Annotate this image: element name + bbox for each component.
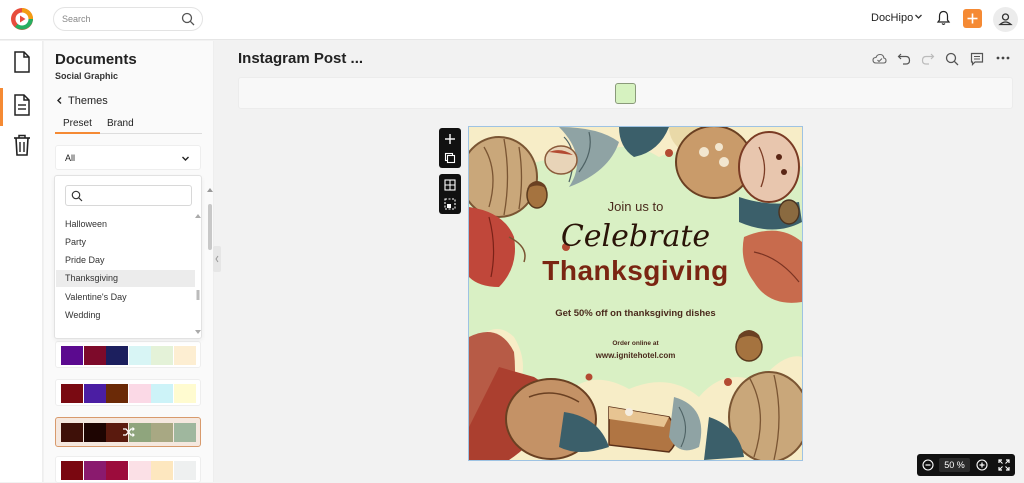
tab-brand[interactable]: Brand (107, 118, 134, 129)
add-page-icon[interactable] (444, 133, 456, 145)
shuffle-icon[interactable] (122, 426, 135, 438)
search-icon[interactable] (181, 12, 195, 26)
chevron-down-icon (182, 156, 189, 161)
search-icon[interactable] (945, 52, 959, 66)
account-menu-label[interactable]: DocHipo (871, 12, 913, 24)
search-icon (71, 190, 83, 202)
instagram-post-canvas[interactable]: Join us to Celebrate Thanksgiving Get 50… (468, 126, 803, 461)
trash-icon[interactable] (11, 133, 33, 157)
post-text-join[interactable]: Join us to (469, 199, 802, 214)
post-text-offer[interactable]: Get 50% off on thanksgiving dishes (469, 308, 802, 319)
collapse-panel-handle[interactable] (213, 246, 221, 272)
undo-icon[interactable] (897, 52, 911, 66)
dropdown-item-thanksgiving[interactable]: Thanksgiving (56, 270, 195, 287)
back-to-themes-button[interactable]: Themes (55, 95, 108, 107)
zoom-out-icon[interactable] (922, 459, 934, 471)
post-text-thanksgiving[interactable]: Thanksgiving (469, 255, 802, 287)
redo-icon[interactable] (921, 52, 935, 66)
post-text-website[interactable]: www.ignitehotel.com (469, 351, 802, 360)
background-color-swatch[interactable] (615, 83, 636, 104)
bell-icon[interactable] (936, 10, 951, 26)
documents-icon[interactable] (11, 50, 33, 74)
user-avatar[interactable] (993, 7, 1018, 32)
comment-icon[interactable] (970, 52, 984, 66)
palette-option[interactable] (55, 456, 201, 483)
dropdown-item-halloween[interactable]: Halloween (56, 216, 195, 233)
plus-icon (967, 13, 978, 24)
fullscreen-icon[interactable] (998, 459, 1010, 471)
post-text-order[interactable]: Order online at (469, 340, 802, 347)
create-new-button[interactable] (963, 9, 982, 28)
search-placeholder: Search (62, 14, 91, 24)
theme-dropdown-menu: Halloween Party Pride Day Thanksgiving V… (54, 175, 202, 339)
panel-title: Documents (55, 51, 137, 68)
resize-icon[interactable] (444, 198, 456, 210)
dropdown-item-pride-day[interactable]: Pride Day (56, 252, 195, 269)
document-title[interactable]: Instagram Post ... (238, 50, 363, 67)
document-text-icon[interactable] (11, 93, 33, 117)
dropdown-search-input[interactable] (65, 185, 192, 206)
dropdown-item-wedding[interactable]: Wedding (56, 307, 195, 324)
more-options-icon[interactable] (996, 56, 1010, 60)
panel-subtitle: Social Graphic (55, 71, 119, 81)
zoom-level[interactable]: 50 % (939, 458, 970, 472)
tab-preset[interactable]: Preset (55, 118, 100, 134)
palette-option[interactable] (55, 341, 201, 368)
app-logo-icon[interactable] (10, 7, 34, 31)
theme-tabs: Preset Brand (55, 117, 202, 134)
canvas-tools-group-2 (439, 174, 461, 214)
zoom-control: 50 % (917, 454, 1015, 476)
zoom-in-icon[interactable] (976, 459, 988, 471)
scroll-up-arrow[interactable] (207, 180, 213, 192)
zoom-value: 50 (944, 460, 955, 470)
palette-option[interactable] (55, 379, 201, 406)
zoom-unit: % (956, 460, 965, 470)
left-rail (0, 41, 43, 482)
cloud-save-icon[interactable] (872, 52, 887, 66)
dropdown-item-valentines-day[interactable]: Valentine's Day (56, 289, 195, 306)
panel-scrollbar[interactable] (208, 204, 212, 250)
palette-option-selected[interactable] (55, 417, 201, 447)
search-box[interactable]: Search (53, 7, 203, 31)
grid-icon[interactable] (444, 179, 456, 191)
dropdown-item-party[interactable]: Party (56, 234, 195, 251)
canvas-tools-group-1 (439, 128, 461, 168)
top-bar: Search DocHipo (0, 0, 1024, 40)
chevron-down-icon[interactable] (914, 12, 923, 21)
back-label: Themes (68, 95, 108, 107)
chevron-left-icon (57, 97, 62, 104)
post-text-celebrate[interactable]: Celebrate (469, 219, 802, 254)
active-indicator (0, 88, 3, 126)
user-icon (998, 13, 1013, 26)
duplicate-page-icon[interactable] (444, 152, 456, 164)
dropdown-scrollbar[interactable] (195, 214, 201, 334)
filter-value: All (65, 153, 76, 163)
theme-filter-select[interactable]: All (55, 145, 201, 170)
thanksgiving-illustration (469, 127, 802, 460)
